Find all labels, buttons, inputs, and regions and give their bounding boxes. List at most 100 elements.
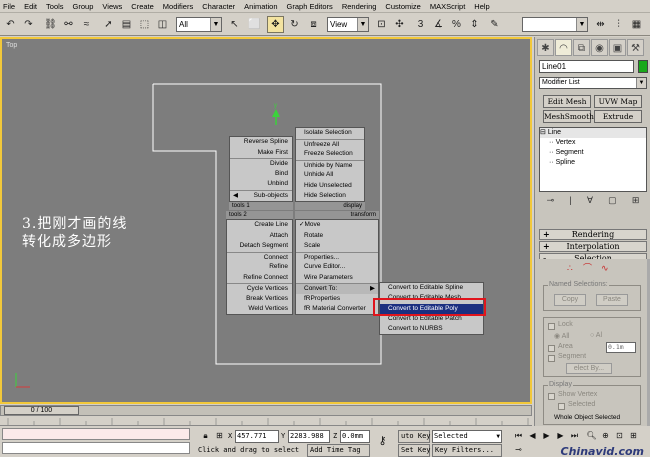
key-mode-dropdown[interactable]: Selected ▼	[432, 430, 502, 443]
menu-item-divide[interactable]: Divide	[230, 158, 292, 169]
zoom-all-icon[interactable]: ⊕	[599, 430, 612, 441]
zoom-extents-icon[interactable]: ⊡	[613, 430, 626, 441]
track-bar[interactable]	[0, 416, 532, 426]
auto-key-button[interactable]: uto Key	[398, 430, 431, 443]
key-mode-toggle-icon[interactable]: ⊸	[512, 444, 525, 455]
bind-space-warp-icon[interactable]: ≈	[78, 16, 95, 33]
menu-item-detach-segment[interactable]: Detach Segment	[227, 241, 292, 252]
reference-coordinate-dropdown[interactable]: View ▼	[327, 17, 369, 32]
mirror-icon[interactable]: ⇹	[592, 16, 609, 33]
menu-item-sub-objects[interactable]: ◀ Sub-objects	[230, 189, 292, 201]
copy-button[interactable]: Copy	[554, 294, 586, 306]
pivot-center-icon[interactable]: ⊡	[373, 16, 390, 33]
menu-item-break-vertices[interactable]: Break Vertices	[227, 294, 292, 305]
unlink-icon[interactable]: ⚯	[60, 16, 77, 33]
hierarchy-tab-icon[interactable]: ⧉	[573, 39, 590, 56]
alt-radio[interactable]: ○ Al	[590, 332, 602, 339]
selection-filter-dropdown[interactable]: All ▼	[176, 17, 222, 32]
percent-snap-icon[interactable]: %	[448, 16, 465, 33]
rectangular-selection-icon[interactable]: ⬚	[136, 16, 153, 33]
snap-3d-icon[interactable]: 3	[412, 16, 429, 33]
modifier-list-dropdown[interactable]: Modifier List ▼	[539, 77, 647, 89]
menu-item-scale[interactable]: Scale	[296, 241, 378, 252]
area-checkbox[interactable]	[548, 345, 555, 352]
menu-item-convert-nurbs[interactable]: Convert to NURBS	[380, 324, 483, 334]
go-to-start-icon[interactable]: ⏮	[512, 430, 525, 441]
show-vertex-checkbox[interactable]	[548, 393, 555, 400]
menu-item-freeze-selection[interactable]: Freeze Selection	[296, 149, 364, 160]
spinner-snap-icon[interactable]: ⇕	[466, 16, 483, 33]
menu-item-unhide-all[interactable]: Unhide All	[296, 170, 364, 181]
redo-icon[interactable]: ↷	[20, 16, 37, 33]
play-icon[interactable]: ▶	[540, 430, 553, 441]
time-slider[interactable]: 0 / 100	[0, 405, 532, 416]
add-time-tag-button[interactable]: Add Time Tag	[307, 444, 370, 457]
angle-snap-icon[interactable]: ∡	[430, 16, 447, 33]
menu-item-create-line[interactable]: Create Line	[227, 220, 292, 231]
remove-modifier-icon[interactable]: ▢	[608, 195, 617, 209]
stack-item-line[interactable]: ⊟ Line	[540, 128, 646, 138]
maxscript-listener-bottom[interactable]	[2, 442, 190, 454]
selected-checkbox[interactable]	[558, 403, 565, 410]
layer-manager-icon[interactable]: ▦	[628, 16, 645, 33]
menu-modifiers[interactable]: Modifiers	[163, 2, 193, 11]
menu-rendering[interactable]: Rendering	[342, 2, 377, 11]
stack-item-spline[interactable]: ·· Spline	[540, 158, 646, 168]
menu-item-move[interactable]: ✓Move	[296, 220, 378, 231]
menu-item-refine-connect[interactable]: Refine Connect	[227, 273, 292, 284]
select-and-move-icon[interactable]: ✥	[267, 16, 284, 33]
area-threshold-field[interactable]: 0.1m	[606, 342, 636, 353]
align-icon[interactable]: ⫶	[610, 16, 627, 33]
uvw-map-button[interactable]: UVW Map	[594, 95, 642, 108]
menu-create[interactable]: Create	[131, 2, 154, 11]
menu-item-cycle-vertices[interactable]: Cycle Vertices	[227, 283, 292, 294]
display-tab-icon[interactable]: ▣	[609, 39, 626, 56]
menu-tools[interactable]: Tools	[46, 2, 64, 11]
go-to-end-icon[interactable]: ⏭	[568, 430, 581, 441]
menu-customize[interactable]: Customize	[385, 2, 420, 11]
menu-item-make-first[interactable]: Make First	[230, 148, 292, 159]
key-filters-button[interactable]: Key Filters...	[432, 444, 502, 457]
menu-item-unbind[interactable]: Unbind	[230, 179, 292, 190]
select-and-scale-icon[interactable]: ⧈	[305, 16, 322, 33]
menu-edit[interactable]: Edit	[24, 2, 37, 11]
menu-item-rotate[interactable]: Rotate	[296, 231, 378, 242]
menu-file[interactable]: File	[3, 2, 15, 11]
menu-views[interactable]: Views	[102, 2, 122, 11]
named-selection-icon[interactable]: ✎	[486, 16, 503, 33]
pin-stack-icon[interactable]: ⊸	[547, 195, 555, 209]
interpolation-rollout[interactable]: + Interpolation	[539, 241, 647, 252]
menu-item-hide-selection[interactable]: Hide Selection	[296, 191, 364, 202]
named-selection-set-dropdown[interactable]: ▼	[522, 17, 588, 32]
zoom-extents-all-icon[interactable]: ⊞	[627, 430, 640, 441]
maxscript-listener-top[interactable]	[2, 428, 190, 440]
menu-item-isolate-selection[interactable]: Isolate Selection	[296, 128, 364, 139]
select-and-link-icon[interactable]: ⛓	[42, 16, 59, 33]
stack-item-vertex[interactable]: ·· Vertex	[540, 138, 646, 148]
time-slider-thumb[interactable]: 0 / 100	[4, 406, 79, 415]
x-coordinate-field[interactable]: 457.771	[235, 430, 279, 443]
extrude-button[interactable]: Extrude	[594, 110, 642, 123]
menu-item-attach[interactable]: Attach	[227, 231, 292, 242]
menu-item-reverse-spline[interactable]: Reverse Spline	[230, 137, 292, 148]
menu-character[interactable]: Character	[202, 2, 235, 11]
absolute-mode-icon[interactable]: ⊞	[213, 430, 226, 441]
menu-item-wire-parameters[interactable]: Wire Parameters	[296, 273, 378, 284]
menu-maxscript[interactable]: MAXScript	[430, 2, 465, 11]
undo-icon[interactable]: ↶	[2, 16, 19, 33]
next-frame-icon[interactable]: ▶	[554, 430, 567, 441]
menu-item-convert-editable-spline[interactable]: Convert to Editable Spline	[380, 283, 483, 293]
menu-group[interactable]: Group	[73, 2, 94, 11]
show-end-result-icon[interactable]: |	[569, 195, 571, 209]
menu-item-bind[interactable]: Bind	[230, 169, 292, 180]
select-region-icon[interactable]: ⬜	[246, 16, 263, 33]
menu-item-convert-to[interactable]: Convert To: ▶	[296, 283, 378, 294]
meshsmooth-button[interactable]: MeshSmooth	[543, 110, 594, 123]
configure-sets-icon[interactable]: ⊞	[632, 195, 640, 209]
menu-item-fr-material-converter[interactable]: fR Material Converter	[296, 304, 378, 315]
menu-help[interactable]: Help	[474, 2, 489, 11]
edit-mesh-button[interactable]: Edit Mesh	[543, 95, 591, 108]
modify-tab-icon[interactable]: ◠	[555, 39, 572, 56]
make-unique-icon[interactable]: ∀	[587, 195, 593, 209]
paste-button[interactable]: Paste	[596, 294, 628, 306]
